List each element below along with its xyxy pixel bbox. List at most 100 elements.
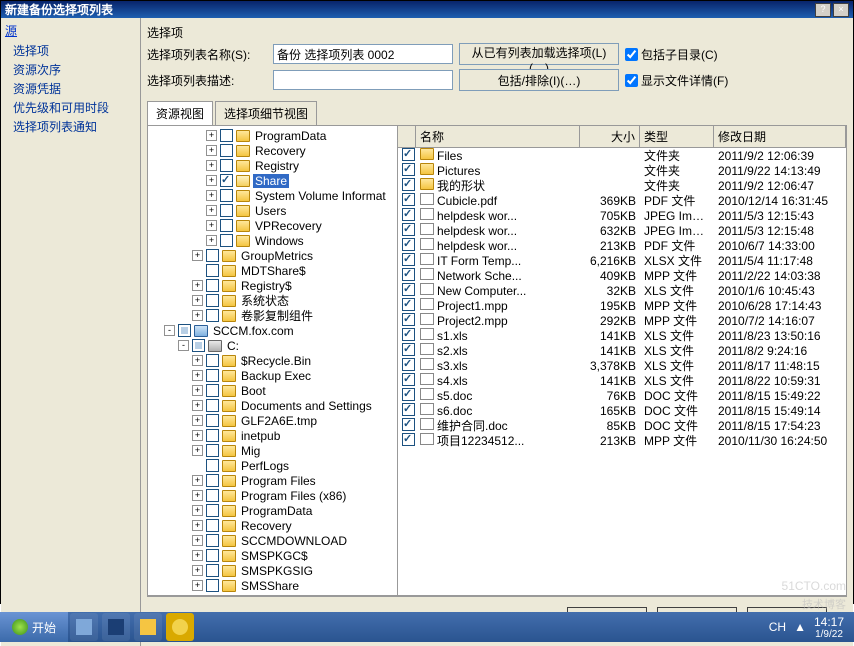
file-row[interactable]: helpdesk wor...213KBPDF 文件2010/6/7 14:33… [398,238,846,253]
expand-toggle[interactable]: + [192,280,203,291]
tree-node[interactable]: +SMSShare [150,578,395,593]
expand-toggle[interactable]: + [192,355,203,366]
file-row[interactable]: 维护合同.doc85KBDOC 文件2011/8/15 17:54:23 [398,418,846,433]
tree-node[interactable]: +SMSPKGSIG [150,563,395,578]
col-check[interactable] [398,126,416,147]
tree-node[interactable]: +Registry [150,158,395,173]
file-row[interactable]: s3.xls3,378KBXLS 文件2011/8/17 11:48:15 [398,358,846,373]
system-tray[interactable]: CH ▲ 14:17 1/9/22 [769,615,854,640]
tree-checkbox[interactable] [206,504,219,517]
expand-toggle[interactable]: + [192,400,203,411]
file-row[interactable]: New Computer...32KBXLS 文件2010/1/6 10:45:… [398,283,846,298]
expand-toggle[interactable]: + [206,205,217,216]
expand-toggle[interactable]: + [192,370,203,381]
tree-node[interactable]: -SCCM.fox.com [150,323,395,338]
col-date[interactable]: 修改日期 [714,126,846,147]
expand-toggle[interactable]: - [178,340,189,351]
language-indicator[interactable]: CH [769,620,786,634]
tree-checkbox[interactable] [206,549,219,562]
expand-toggle[interactable]: + [192,535,203,546]
file-row[interactable]: 我的形状文件夹2011/9/2 12:06:47 [398,178,846,193]
file-row[interactable]: IT Form Temp...6,216KBXLSX 文件2011/5/4 11… [398,253,846,268]
tree-node[interactable]: +Mig [150,443,395,458]
expand-toggle[interactable]: + [192,580,203,591]
tree-node[interactable]: +ProgramData [150,503,395,518]
file-checkbox[interactable] [402,193,415,206]
tree-checkbox[interactable] [206,279,219,292]
tree-checkbox[interactable] [220,174,233,187]
file-checkbox[interactable] [402,388,415,401]
tree-checkbox[interactable] [206,249,219,262]
tree-panel[interactable]: +ProgramData+Recovery+Registry+Share+Sys… [148,126,398,595]
file-checkbox[interactable] [402,283,415,296]
tree-node[interactable]: +VPRecovery [150,218,395,233]
load-from-list-button[interactable]: 从已有列表加载选择项(L)(…) [459,43,619,65]
expand-toggle[interactable]: + [206,190,217,201]
expand-toggle[interactable]: + [192,475,203,486]
tree-checkbox[interactable] [206,459,219,472]
tree-node[interactable]: +Documents and Settings [150,398,395,413]
tree-checkbox[interactable] [206,399,219,412]
file-row[interactable]: Pictures文件夹2011/9/22 14:13:49 [398,163,846,178]
file-row[interactable]: Files文件夹2011/9/2 12:06:39 [398,148,846,163]
tree-checkbox[interactable] [206,309,219,322]
tab-resource-view[interactable]: 资源视图 [147,101,213,125]
expand-toggle[interactable]: + [192,505,203,516]
tree-checkbox[interactable] [220,219,233,232]
tree-node[interactable]: +Program Files [150,473,395,488]
expand-toggle[interactable]: - [164,325,175,336]
include-exclude-button[interactable]: 包括/排除(I)(…) [459,69,619,91]
expand-toggle[interactable]: + [206,145,217,156]
leftnav-item[interactable]: 选择项列表通知 [5,117,136,136]
task-icon-server[interactable] [70,613,98,641]
file-checkbox[interactable] [402,343,415,356]
file-checkbox[interactable] [402,328,415,341]
tree-node[interactable]: -C: [150,338,395,353]
tree-checkbox[interactable] [220,129,233,142]
tree-checkbox[interactable] [192,339,205,352]
tree-checkbox[interactable] [206,564,219,577]
tree-node[interactable]: +Boot [150,383,395,398]
tree-checkbox[interactable] [206,489,219,502]
tree-checkbox[interactable] [206,519,219,532]
expand-toggle[interactable]: + [192,415,203,426]
tree-checkbox[interactable] [206,474,219,487]
tree-node[interactable]: +Users [150,203,395,218]
file-checkbox[interactable] [402,148,415,161]
file-row[interactable]: Cubicle.pdf369KBPDF 文件2010/12/14 16:31:4… [398,193,846,208]
file-panel[interactable]: 名称 大小 类型 修改日期 Files文件夹2011/9/2 12:06:39P… [398,126,846,595]
tree-node[interactable]: +Windows [150,233,395,248]
leftnav-item[interactable]: 资源凭据 [5,79,136,98]
start-button[interactable]: 开始 [0,612,68,642]
clock-date[interactable]: 1/9/22 [814,629,844,640]
tree-node[interactable]: +Registry$ [150,278,395,293]
tree-checkbox[interactable] [178,324,191,337]
tree-node[interactable]: +inetpub [150,428,395,443]
expand-toggle[interactable]: + [206,235,217,246]
tree-checkbox[interactable] [206,294,219,307]
clock-time[interactable]: 14:17 [814,615,844,629]
expand-toggle[interactable]: + [206,130,217,141]
tree-checkbox[interactable] [206,579,219,592]
expand-toggle[interactable]: + [192,520,203,531]
expand-toggle[interactable]: + [192,430,203,441]
tree-checkbox[interactable] [220,159,233,172]
file-checkbox[interactable] [402,358,415,371]
file-checkbox[interactable] [402,268,415,281]
file-checkbox[interactable] [402,253,415,266]
col-name[interactable]: 名称 [416,126,580,147]
tree-checkbox[interactable] [206,429,219,442]
file-row[interactable]: s2.xls141KBXLS 文件2011/8/2 9:24:16 [398,343,846,358]
tree-checkbox[interactable] [206,369,219,382]
tree-node[interactable]: +System Volume Informat [150,188,395,203]
tree-node[interactable]: +Backup Exec [150,368,395,383]
expand-toggle[interactable]: + [192,445,203,456]
expand-toggle[interactable]: + [192,250,203,261]
expand-toggle[interactable]: + [192,550,203,561]
expand-toggle[interactable]: + [192,490,203,501]
expand-toggle[interactable]: + [192,295,203,306]
col-size[interactable]: 大小 [580,126,640,147]
file-row[interactable]: s6.doc165KBDOC 文件2011/8/15 15:49:14 [398,403,846,418]
tree-node[interactable]: +SCCMDOWNLOAD [150,533,395,548]
expand-toggle[interactable]: + [192,565,203,576]
